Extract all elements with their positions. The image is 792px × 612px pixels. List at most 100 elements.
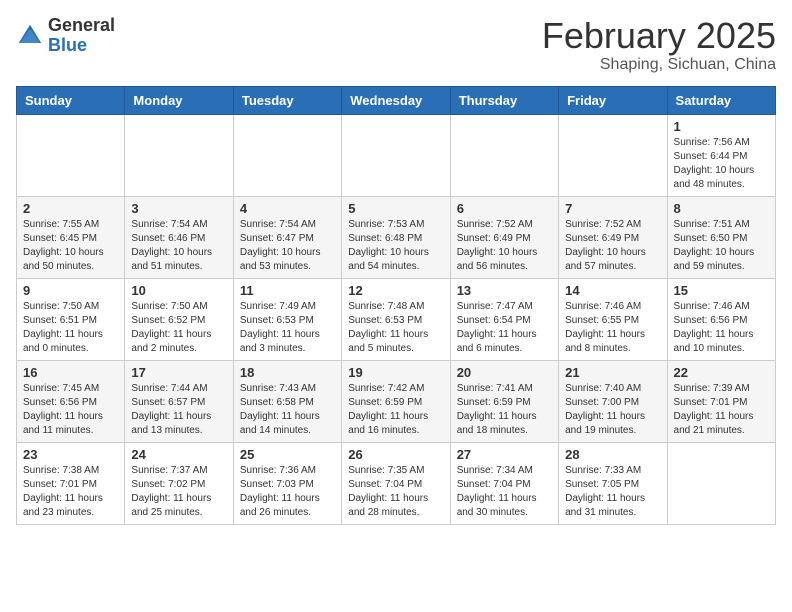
calendar-cell bbox=[17, 114, 125, 196]
calendar-cell: 21 Sunrise: 7:40 AM Sunset: 7:00 PM Dayli… bbox=[559, 360, 667, 442]
day-info: Sunrise: 7:41 AM Sunset: 6:59 PM Dayligh… bbox=[457, 382, 552, 438]
calendar-cell: 6 Sunrise: 7:52 AM Sunset: 6:49 PM Daylig… bbox=[450, 196, 558, 278]
logo: General Blue bbox=[16, 16, 115, 56]
day-number: 4 bbox=[240, 201, 335, 216]
calendar-cell: 24 Sunrise: 7:37 AM Sunset: 7:02 PM Dayli… bbox=[125, 442, 233, 524]
weekday-header-row: SundayMondayTuesdayWednesdayThursdayFrid… bbox=[17, 86, 776, 114]
title-block: February 2025 Shaping, Sichuan, China bbox=[542, 16, 776, 74]
day-info: Sunrise: 7:42 AM Sunset: 6:59 PM Dayligh… bbox=[348, 382, 443, 438]
calendar-cell: 23 Sunrise: 7:38 AM Sunset: 7:01 PM Dayli… bbox=[17, 442, 125, 524]
day-info: Sunrise: 7:39 AM Sunset: 7:01 PM Dayligh… bbox=[674, 382, 769, 438]
logo-general-text: General bbox=[48, 16, 115, 36]
day-info: Sunrise: 7:43 AM Sunset: 6:58 PM Dayligh… bbox=[240, 382, 335, 438]
calendar-cell: 26 Sunrise: 7:35 AM Sunset: 7:04 PM Dayli… bbox=[342, 442, 450, 524]
day-info: Sunrise: 7:52 AM Sunset: 6:49 PM Dayligh… bbox=[565, 218, 660, 274]
day-number: 21 bbox=[565, 365, 660, 380]
day-number: 12 bbox=[348, 283, 443, 298]
calendar-week-2: 2 Sunrise: 7:55 AM Sunset: 6:45 PM Daylig… bbox=[17, 196, 776, 278]
calendar-cell: 11 Sunrise: 7:49 AM Sunset: 6:53 PM Dayli… bbox=[233, 278, 341, 360]
day-info: Sunrise: 7:50 AM Sunset: 6:52 PM Dayligh… bbox=[131, 300, 226, 356]
logo-text: General Blue bbox=[48, 16, 115, 56]
day-number: 20 bbox=[457, 365, 552, 380]
calendar-cell: 20 Sunrise: 7:41 AM Sunset: 6:59 PM Dayli… bbox=[450, 360, 558, 442]
calendar-cell: 14 Sunrise: 7:46 AM Sunset: 6:55 PM Dayli… bbox=[559, 278, 667, 360]
day-number: 26 bbox=[348, 447, 443, 462]
day-info: Sunrise: 7:48 AM Sunset: 6:53 PM Dayligh… bbox=[348, 300, 443, 356]
calendar-cell bbox=[342, 114, 450, 196]
calendar-week-4: 16 Sunrise: 7:45 AM Sunset: 6:56 PM Dayli… bbox=[17, 360, 776, 442]
calendar-cell: 9 Sunrise: 7:50 AM Sunset: 6:51 PM Daylig… bbox=[17, 278, 125, 360]
calendar-cell: 4 Sunrise: 7:54 AM Sunset: 6:47 PM Daylig… bbox=[233, 196, 341, 278]
day-number: 24 bbox=[131, 447, 226, 462]
day-info: Sunrise: 7:35 AM Sunset: 7:04 PM Dayligh… bbox=[348, 464, 443, 520]
day-number: 17 bbox=[131, 365, 226, 380]
day-number: 28 bbox=[565, 447, 660, 462]
day-info: Sunrise: 7:33 AM Sunset: 7:05 PM Dayligh… bbox=[565, 464, 660, 520]
calendar-cell: 25Sunrise: 7:36 AM Sunset: 7:03 PM Dayli… bbox=[233, 442, 341, 524]
calendar-cell bbox=[667, 442, 775, 524]
weekday-header-tuesday: Tuesday bbox=[233, 86, 341, 114]
weekday-header-sunday: Sunday bbox=[17, 86, 125, 114]
day-info: Sunrise: 7:46 AM Sunset: 6:56 PM Dayligh… bbox=[674, 300, 769, 356]
day-number: 15 bbox=[674, 283, 769, 298]
day-info: Sunrise: 7:46 AM Sunset: 6:55 PM Dayligh… bbox=[565, 300, 660, 356]
day-number: 7 bbox=[565, 201, 660, 216]
calendar-week-3: 9 Sunrise: 7:50 AM Sunset: 6:51 PM Daylig… bbox=[17, 278, 776, 360]
day-number: 3 bbox=[131, 201, 226, 216]
day-info: Sunrise: 7:40 AM Sunset: 7:00 PM Dayligh… bbox=[565, 382, 660, 438]
day-number: 13 bbox=[457, 283, 552, 298]
calendar-cell: 17Sunrise: 7:44 AM Sunset: 6:57 PM Dayli… bbox=[125, 360, 233, 442]
day-info: Sunrise: 7:38 AM Sunset: 7:01 PM Dayligh… bbox=[23, 464, 118, 520]
calendar-cell: 8 Sunrise: 7:51 AM Sunset: 6:50 PM Daylig… bbox=[667, 196, 775, 278]
weekday-header-thursday: Thursday bbox=[450, 86, 558, 114]
day-number: 14 bbox=[565, 283, 660, 298]
logo-blue-text: Blue bbox=[48, 36, 115, 56]
weekday-header-monday: Monday bbox=[125, 86, 233, 114]
day-number: 11 bbox=[240, 283, 335, 298]
day-number: 16 bbox=[23, 365, 118, 380]
calendar-header: SundayMondayTuesdayWednesdayThursdayFrid… bbox=[17, 86, 776, 114]
day-number: 23 bbox=[23, 447, 118, 462]
day-info: Sunrise: 7:36 AM Sunset: 7:03 PM Dayligh… bbox=[240, 464, 335, 520]
calendar-cell bbox=[125, 114, 233, 196]
calendar-cell: 1Sunrise: 7:56 AM Sunset: 6:44 PM Daylig… bbox=[667, 114, 775, 196]
day-info: Sunrise: 7:52 AM Sunset: 6:49 PM Dayligh… bbox=[457, 218, 552, 274]
day-info: Sunrise: 7:49 AM Sunset: 6:53 PM Dayligh… bbox=[240, 300, 335, 356]
day-info: Sunrise: 7:50 AM Sunset: 6:51 PM Dayligh… bbox=[23, 300, 118, 356]
day-number: 1 bbox=[674, 119, 769, 134]
day-number: 18 bbox=[240, 365, 335, 380]
day-number: 22 bbox=[674, 365, 769, 380]
day-info: Sunrise: 7:51 AM Sunset: 6:50 PM Dayligh… bbox=[674, 218, 769, 274]
day-info: Sunrise: 7:54 AM Sunset: 6:46 PM Dayligh… bbox=[131, 218, 226, 274]
day-info: Sunrise: 7:55 AM Sunset: 6:45 PM Dayligh… bbox=[23, 218, 118, 274]
day-number: 6 bbox=[457, 201, 552, 216]
calendar-week-1: 1Sunrise: 7:56 AM Sunset: 6:44 PM Daylig… bbox=[17, 114, 776, 196]
calendar-cell: 16 Sunrise: 7:45 AM Sunset: 6:56 PM Dayli… bbox=[17, 360, 125, 442]
weekday-header-friday: Friday bbox=[559, 86, 667, 114]
day-info: Sunrise: 7:54 AM Sunset: 6:47 PM Dayligh… bbox=[240, 218, 335, 274]
calendar-cell: 2 Sunrise: 7:55 AM Sunset: 6:45 PM Daylig… bbox=[17, 196, 125, 278]
day-number: 27 bbox=[457, 447, 552, 462]
calendar-table: SundayMondayTuesdayWednesdayThursdayFrid… bbox=[16, 86, 776, 525]
calendar-cell: 3 Sunrise: 7:54 AM Sunset: 6:46 PM Daylig… bbox=[125, 196, 233, 278]
calendar-week-5: 23 Sunrise: 7:38 AM Sunset: 7:01 PM Dayli… bbox=[17, 442, 776, 524]
calendar-cell: 28 Sunrise: 7:33 AM Sunset: 7:05 PM Dayli… bbox=[559, 442, 667, 524]
day-number: 2 bbox=[23, 201, 118, 216]
day-info: Sunrise: 7:34 AM Sunset: 7:04 PM Dayligh… bbox=[457, 464, 552, 520]
day-number: 19 bbox=[348, 365, 443, 380]
calendar-cell: 18 Sunrise: 7:43 AM Sunset: 6:58 PM Dayli… bbox=[233, 360, 341, 442]
day-info: Sunrise: 7:45 AM Sunset: 6:56 PM Dayligh… bbox=[23, 382, 118, 438]
day-number: 8 bbox=[674, 201, 769, 216]
day-number: 10 bbox=[131, 283, 226, 298]
calendar-cell bbox=[450, 114, 558, 196]
logo-icon bbox=[16, 22, 44, 50]
weekday-header-wednesday: Wednesday bbox=[342, 86, 450, 114]
day-number: 5 bbox=[348, 201, 443, 216]
calendar-cell: 15 Sunrise: 7:46 AM Sunset: 6:56 PM Dayli… bbox=[667, 278, 775, 360]
calendar-cell bbox=[559, 114, 667, 196]
calendar-cell: 12 Sunrise: 7:48 AM Sunset: 6:53 PM Dayli… bbox=[342, 278, 450, 360]
day-number: 9 bbox=[23, 283, 118, 298]
weekday-header-saturday: Saturday bbox=[667, 86, 775, 114]
day-info: Sunrise: 7:37 AM Sunset: 7:02 PM Dayligh… bbox=[131, 464, 226, 520]
month-title: February 2025 bbox=[542, 16, 776, 56]
